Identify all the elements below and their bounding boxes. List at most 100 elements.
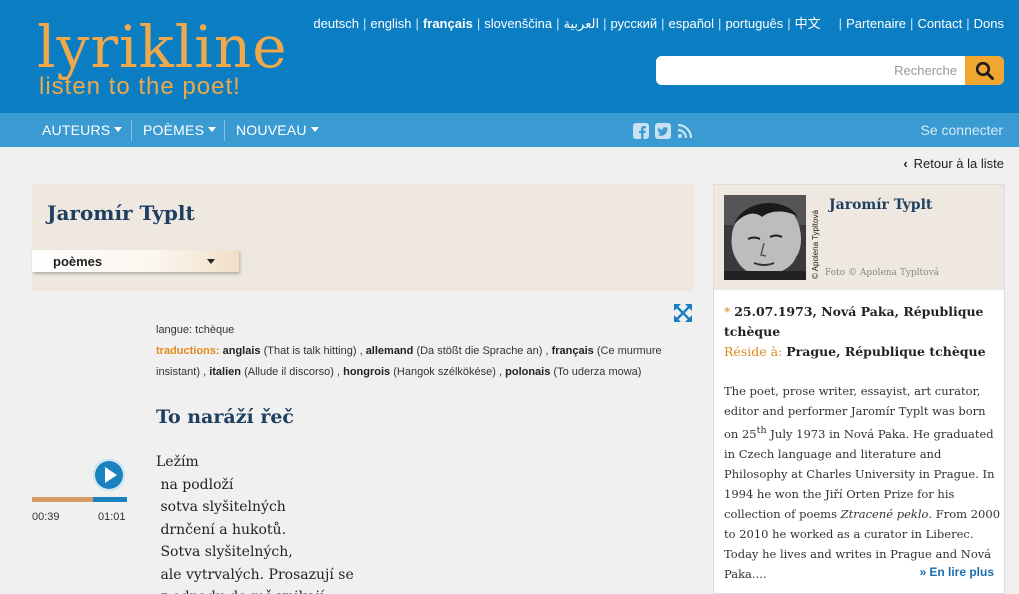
sidebar-poet-name[interactable]: Jaromír Typlt [829, 197, 932, 213]
lang-deutsch[interactable]: deutsch [313, 16, 359, 31]
translation-title: (To uderza mowa) [553, 366, 642, 378]
translation-link[interactable]: allemand [366, 345, 414, 357]
double-chevron-right-icon: » [919, 565, 927, 579]
login-link[interactable]: Se connecter [921, 113, 1004, 147]
translation-link[interactable]: hongrois [343, 366, 390, 378]
poem-meta: langue: tchèque traductions: anglais (Th… [156, 320, 676, 383]
poem-line: drnčení a hukotů. [156, 521, 287, 538]
link-dons[interactable]: Dons [974, 16, 1004, 31]
lang-chinese[interactable]: 中文 [795, 16, 821, 31]
residence-info: Prague, République tchèque [786, 344, 986, 359]
lang-arabic[interactable]: العربية [564, 16, 600, 31]
lang-espanol[interactable]: español [669, 16, 715, 31]
main-nav: AUTEURS POÈMES NOUVEAU Se connecter [0, 113, 1019, 147]
language-label: langue: [156, 324, 193, 336]
poet-photo [724, 195, 806, 280]
separator: | [718, 16, 722, 31]
poems-dropdown-label: poèmes [53, 254, 103, 269]
birth-marker: * [724, 304, 731, 319]
poem-line: sotva slyšitelných [156, 499, 286, 515]
separator: | [415, 16, 419, 31]
poet-header-panel: Jaromír Typlt poèmes [32, 184, 694, 291]
residence-line: Réside à: Prague, République tchèque [724, 342, 994, 362]
lang-english[interactable]: english [370, 16, 411, 31]
nav-nouveau-label: NOUVEAU [236, 122, 307, 138]
link-partenaire[interactable]: Partenaire [846, 16, 906, 31]
nav-poemes[interactable]: POÈMES [143, 113, 217, 147]
audio-progress-fill [32, 497, 93, 502]
read-more-label: En lire plus [929, 565, 994, 579]
facebook-icon[interactable] [633, 123, 649, 139]
poems-dropdown[interactable]: poèmes [32, 250, 239, 272]
photo-credit: Foto © Apolena Typltová [825, 268, 940, 278]
current-time: 00:39 [32, 511, 60, 523]
birth-info: 25.07.1973, Nová Paka, République tchèqu… [724, 304, 984, 339]
site-header: lyrikline listen to the poet! deutsch | en… [0, 0, 1019, 113]
translation-title: (Hangok szélkökése) [393, 366, 496, 378]
language-line: langue: tchèque [156, 320, 676, 341]
translation-link[interactable]: anglais [223, 345, 261, 357]
lang-francais[interactable]: français [423, 16, 473, 31]
translations-line: traductions: anglais (That is talk hitti… [156, 345, 662, 378]
site-logo[interactable]: lyrikline [37, 18, 288, 76]
nav-nouveau[interactable]: NOUVEAU [236, 113, 319, 147]
search-input[interactable] [656, 56, 965, 85]
twitter-icon[interactable] [655, 123, 671, 139]
bio-book-title: Ztracené peklo [840, 506, 929, 521]
search-bar [656, 56, 1004, 85]
translation-link[interactable]: français [552, 345, 594, 357]
birth-line: * 25.07.1973, Nová Paka, République tchè… [724, 302, 994, 342]
separator: | [556, 16, 560, 31]
total-time: 01:01 [98, 511, 126, 523]
poem-text: Ležím na podloží sotva slyšitelných drnč… [156, 451, 354, 594]
translation-title: (Alludе il discorso) [244, 366, 334, 378]
fullscreen-icon[interactable] [673, 303, 693, 323]
separator: | [787, 16, 791, 31]
nav-auteurs[interactable]: AUTEURS [42, 113, 123, 147]
search-button[interactable] [965, 56, 1004, 85]
poet-sidebar: © Apolena Typltová Jaromír Typlt Foto © … [713, 184, 1005, 594]
poem-line: Sotva slyšitelných, [156, 544, 293, 560]
chevron-down-icon [310, 127, 319, 132]
lang-russian[interactable]: русский [610, 16, 657, 31]
nav-divider [224, 120, 225, 141]
separator: | [910, 16, 914, 31]
sidebar-header: © Apolena Typltová Jaromír Typlt Foto © … [714, 185, 1004, 290]
language-value: tchèque [195, 324, 235, 336]
language-bar: deutsch | english | français | slovenščina | الع… [313, 13, 1004, 32]
site-tagline: listen to the poet! [39, 73, 241, 100]
translation-link[interactable]: italien [209, 366, 241, 378]
search-icon [975, 61, 994, 80]
poem-line: z odpadu do mě vnikají [156, 586, 354, 594]
translation-link[interactable]: polonais [505, 366, 550, 378]
audio-progress-bar[interactable] [32, 497, 127, 502]
translation-title: (Da stößt die Sprache an) [416, 345, 543, 357]
separator: | [661, 16, 665, 31]
poem-line: na podloží [156, 476, 234, 493]
poet-name-title[interactable]: Jaromír Typlt [47, 201, 195, 225]
read-more-link[interactable]: » En lire plus [920, 565, 994, 579]
poem-line: Ležím [156, 454, 199, 470]
back-link-label: Retour à la liste [913, 156, 1004, 171]
back-to-list-link[interactable]: ‹ Retour à la liste [903, 156, 1004, 171]
play-button[interactable] [93, 459, 125, 491]
rss-icon[interactable] [677, 123, 693, 139]
poem-title: To naráží řeč [156, 406, 294, 428]
poet-bio: The poet, prose writer, essayist, art cu… [724, 381, 1000, 584]
chevron-down-icon [208, 127, 217, 132]
separator: | [476, 16, 481, 31]
translation-title: (That is talk hitting) [263, 345, 357, 357]
lang-portugues[interactable]: português [725, 16, 783, 31]
chevron-down-icon [114, 127, 123, 132]
nav-auteurs-label: AUTEURS [42, 122, 111, 138]
separator: | [966, 16, 970, 31]
bio-sup: th [756, 425, 767, 436]
link-contact[interactable]: Contact [917, 16, 962, 31]
photo-credit-vertical: © Apolena Typltová [810, 195, 820, 280]
nav-divider [131, 120, 132, 141]
chevron-down-icon [207, 259, 215, 264]
separator: | [603, 16, 607, 31]
lang-slovenscina[interactable]: slovenščina [484, 16, 552, 31]
translations-label: traductions: [156, 345, 220, 357]
chevron-left-icon: ‹ [903, 156, 908, 171]
